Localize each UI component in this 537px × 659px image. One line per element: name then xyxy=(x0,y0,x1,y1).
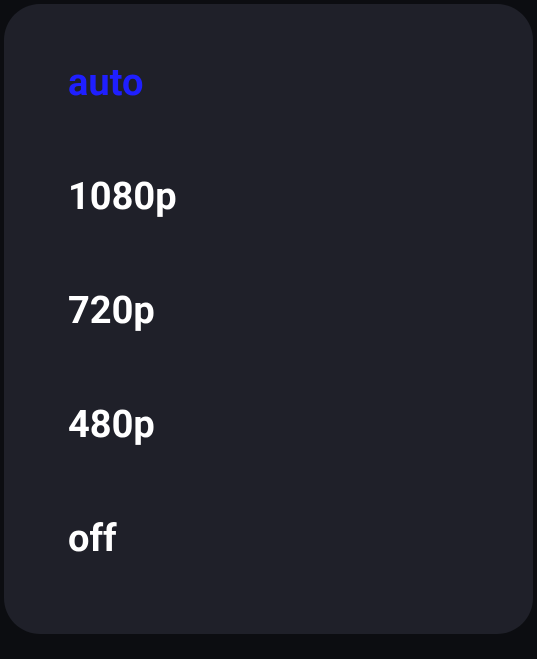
quality-option-720p[interactable]: 720p xyxy=(68,292,533,330)
quality-option-480p[interactable]: 480p xyxy=(68,406,533,444)
quality-option-auto[interactable]: auto xyxy=(68,64,533,102)
quality-option-1080p[interactable]: 1080p xyxy=(68,178,533,216)
quality-menu: auto 1080p 720p 480p off xyxy=(4,4,533,634)
quality-option-off[interactable]: off xyxy=(68,520,533,558)
